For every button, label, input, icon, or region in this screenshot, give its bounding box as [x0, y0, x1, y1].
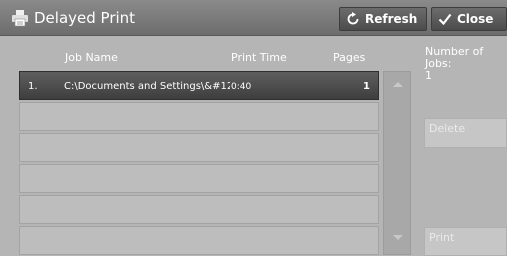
scroll-up-icon[interactable] — [393, 82, 403, 87]
column-header-print-time: Print Time — [231, 51, 287, 64]
print-button[interactable]: Print — [424, 227, 507, 256]
column-header-pages: Pages — [333, 51, 366, 64]
refresh-label: Refresh — [365, 12, 418, 26]
row-number: 1. — [28, 81, 38, 92]
job-list: 1. C:\Documents and Settings\&#12 0:40 1 — [19, 71, 379, 255]
scrollbar[interactable] — [383, 71, 411, 255]
print-time: 0:40 — [231, 82, 252, 92]
close-label: Close — [457, 12, 494, 26]
title-bar: Delayed Print Refresh Close — [0, 0, 507, 36]
number-of-jobs: Number of Jobs: 1 — [425, 46, 507, 82]
scroll-down-icon[interactable] — [393, 235, 403, 240]
table-row[interactable] — [19, 133, 379, 162]
printer-icon — [12, 10, 28, 27]
refresh-icon — [347, 12, 359, 25]
table-row[interactable] — [19, 164, 379, 193]
job-name: C:\Documents and Settings\&#12 — [64, 81, 230, 92]
number-of-jobs-label: Number of Jobs: — [425, 45, 484, 70]
page-title: Delayed Print — [34, 9, 136, 27]
column-header-job-name: Job Name — [65, 51, 118, 64]
number-of-jobs-value: 1 — [425, 69, 432, 82]
delete-button[interactable]: Delete — [424, 118, 507, 148]
table-row[interactable] — [19, 195, 379, 224]
table-row[interactable]: 1. C:\Documents and Settings\&#12 0:40 1 — [19, 71, 379, 100]
page-count: 1 — [363, 81, 370, 92]
table-row[interactable] — [19, 226, 379, 255]
refresh-button[interactable]: Refresh — [339, 7, 427, 31]
checkmark-icon — [438, 13, 452, 26]
table-row[interactable] — [19, 102, 379, 131]
close-button[interactable]: Close — [431, 7, 507, 31]
